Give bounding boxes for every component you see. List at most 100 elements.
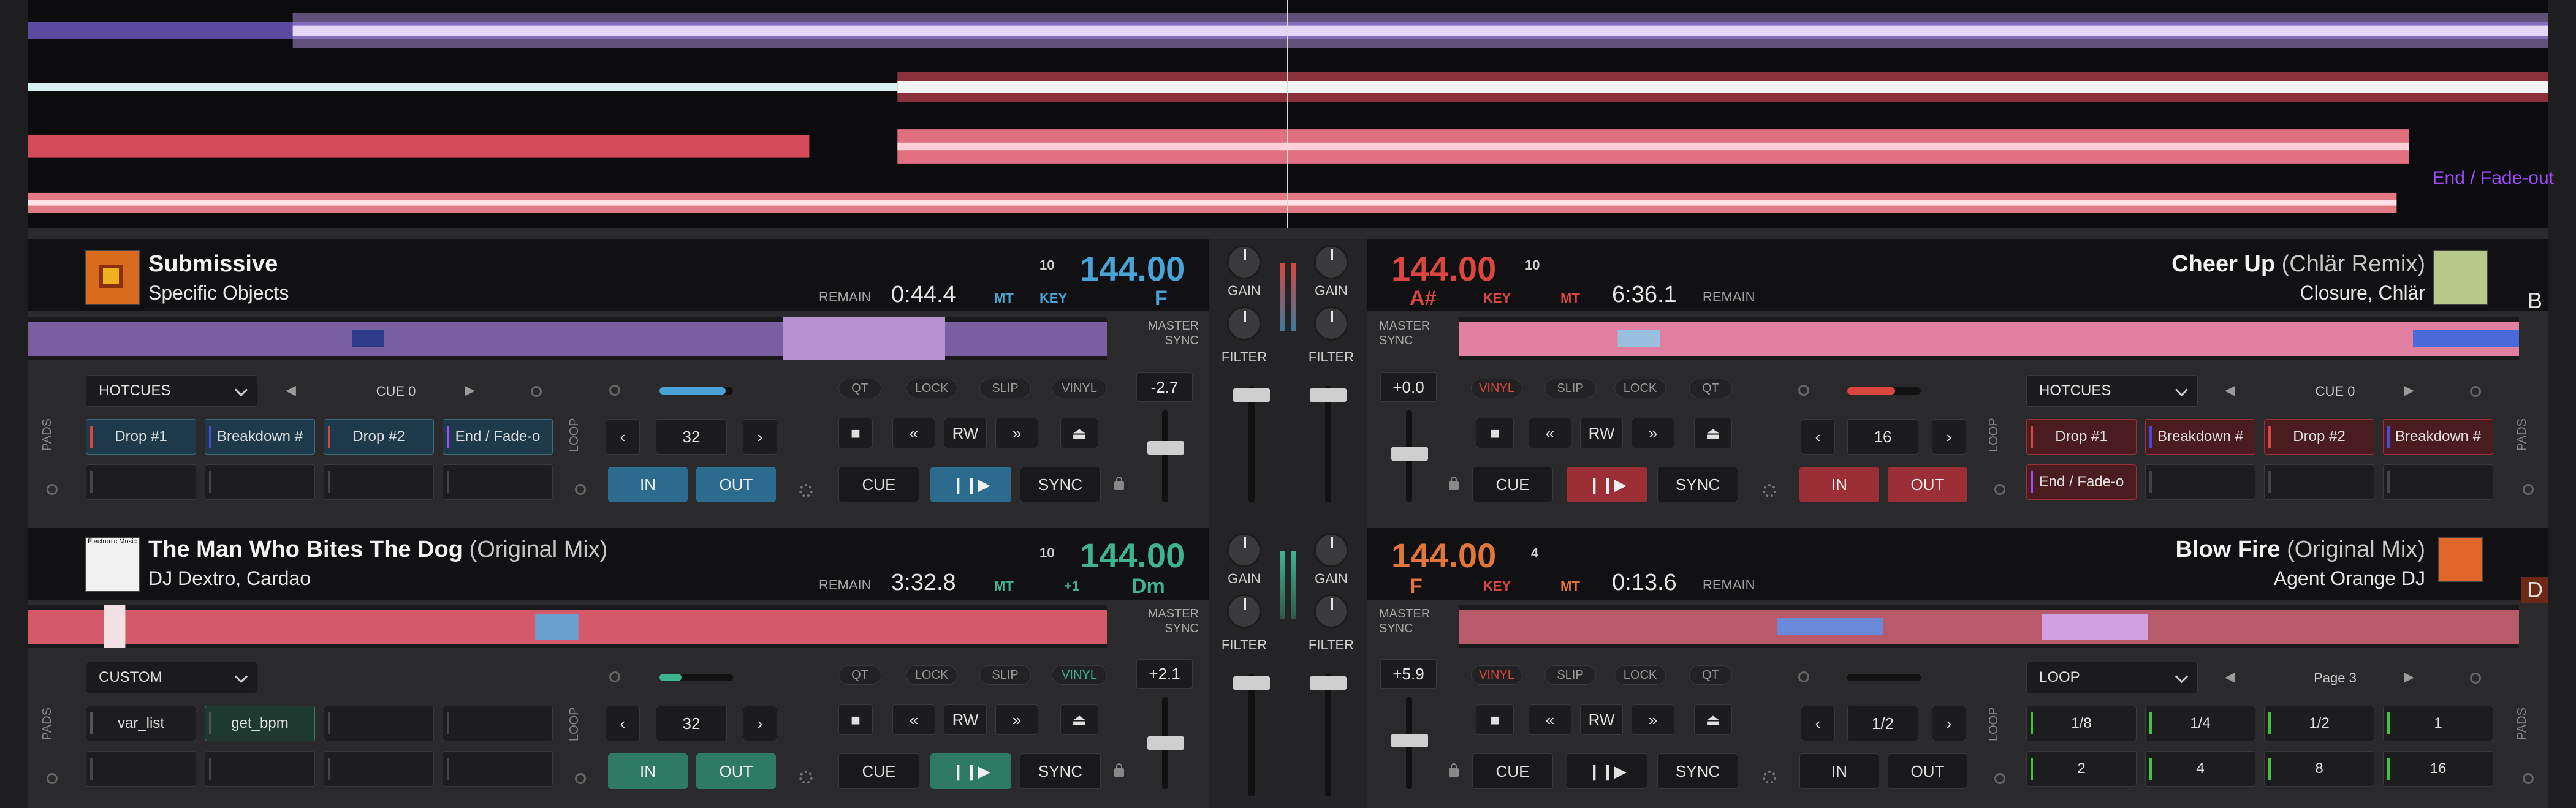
pitch-slider-cap[interactable] xyxy=(1391,447,1428,461)
loop-pad-7[interactable]: 8 xyxy=(2264,751,2374,787)
loop-in-button[interactable]: IN xyxy=(608,467,688,502)
loop-pad-8[interactable]: 16 xyxy=(2383,751,2493,787)
gear-icon[interactable] xyxy=(1763,484,1776,497)
loop-size[interactable]: 16 xyxy=(1847,419,1918,455)
master-sync-label[interactable]: MASTER SYNC xyxy=(1131,606,1199,636)
loop-halve-button[interactable]: ‹ xyxy=(1801,419,1835,455)
loop-double-button[interactable]: › xyxy=(1932,419,1966,455)
qt-button[interactable]: QT xyxy=(838,379,881,398)
loop-out-button[interactable]: OUT xyxy=(696,467,776,502)
deck-waveform[interactable] xyxy=(1459,605,2519,648)
slip-button[interactable]: SLIP xyxy=(1544,665,1596,685)
key-label[interactable]: KEY xyxy=(1483,578,1511,594)
rewind-button[interactable]: « xyxy=(1529,704,1571,735)
loop-out-button[interactable]: OUT xyxy=(1888,753,1967,789)
pads-dot[interactable] xyxy=(2523,484,2534,495)
slip-button[interactable]: SLIP xyxy=(979,379,1031,398)
loop-pad-1[interactable]: 1/8 xyxy=(2026,706,2137,741)
lock-icon[interactable] xyxy=(1114,763,1124,777)
loop-size[interactable]: 32 xyxy=(656,706,727,741)
pitch-slider-cap[interactable] xyxy=(1147,736,1184,750)
stop-button[interactable]: ■ xyxy=(838,418,873,448)
rw-button[interactable]: RW xyxy=(944,704,987,735)
volume-fader-c-cap[interactable] xyxy=(1233,676,1270,690)
pad-settings-dot[interactable] xyxy=(2470,673,2481,684)
gear-icon[interactable] xyxy=(1763,771,1776,784)
loop-size[interactable]: 32 xyxy=(656,419,727,455)
play-pause-button[interactable]: ❙❙▶ xyxy=(930,467,1011,502)
sync-button[interactable]: SYNC xyxy=(1657,753,1738,789)
key-label[interactable]: KEY xyxy=(1483,290,1511,306)
fast-forward-button[interactable]: » xyxy=(1632,704,1674,735)
volume-fader-a[interactable] xyxy=(1248,386,1255,502)
custom-pad-5[interactable] xyxy=(86,751,196,787)
track-overview-waveforms[interactable]: End / Fade-out xyxy=(0,0,2576,228)
hotcue-pad-4[interactable]: Breakdown # xyxy=(2383,419,2493,455)
loop-pad-3[interactable]: 1/2 xyxy=(2264,706,2374,741)
hotcue-pad-3[interactable]: Drop #2 xyxy=(324,419,434,455)
bpm-display[interactable]: 144.00 xyxy=(1080,249,1185,289)
hotcue-pad-5[interactable] xyxy=(86,464,196,500)
rw-button[interactable]: RW xyxy=(1580,418,1623,448)
play-pause-button[interactable]: ❙❙▶ xyxy=(1567,467,1647,502)
master-sync-label[interactable]: MASTER SYNC xyxy=(1379,319,1440,348)
loop-dot[interactable] xyxy=(1994,773,2005,784)
filter-knob-left[interactable] xyxy=(1227,306,1261,341)
pitch-slider[interactable] xyxy=(1162,410,1168,502)
loop-dot[interactable] xyxy=(575,773,586,784)
vinyl-button[interactable]: VINYL xyxy=(1052,665,1107,685)
hotcue-pad-6[interactable] xyxy=(205,464,315,500)
loop-roll-dot[interactable] xyxy=(1798,385,1809,396)
cue-button[interactable]: CUE xyxy=(838,467,919,502)
pads-dot[interactable] xyxy=(47,484,58,495)
gain-knob-right[interactable] xyxy=(1314,245,1348,279)
rewind-button[interactable]: « xyxy=(892,418,935,448)
hotcue-pad-7[interactable] xyxy=(324,464,434,500)
loop-halve-button[interactable]: ‹ xyxy=(606,419,640,455)
mt-button[interactable]: MT xyxy=(1560,290,1580,306)
lock-button[interactable]: LOCK xyxy=(1614,665,1666,685)
volume-fader-a-cap[interactable] xyxy=(1233,388,1270,402)
gear-icon[interactable] xyxy=(799,771,813,784)
loop-dot[interactable] xyxy=(575,484,586,495)
pads-dot[interactable] xyxy=(2523,773,2534,784)
loop-dot[interactable] xyxy=(1994,484,2005,495)
master-sync-label[interactable]: MASTER SYNC xyxy=(1131,319,1199,348)
custom-pad-1[interactable]: var_list xyxy=(86,706,196,741)
pad-mode-dropdown[interactable]: HOTCUES xyxy=(2026,375,2198,407)
rw-button[interactable]: RW xyxy=(1580,704,1623,735)
play-pause-button[interactable]: ❙❙▶ xyxy=(930,753,1011,789)
bpm-display[interactable]: 144.00 xyxy=(1080,535,1185,575)
sync-button[interactable]: SYNC xyxy=(1020,753,1101,789)
next-page-arrow[interactable]: ▶ xyxy=(465,382,475,398)
play-pause-button[interactable]: ❙❙▶ xyxy=(1567,753,1647,789)
loop-in-button[interactable]: IN xyxy=(608,753,688,789)
loop-pad-6[interactable]: 4 xyxy=(2145,751,2255,787)
gain-knob-right[interactable] xyxy=(1314,533,1348,567)
custom-pad-6[interactable] xyxy=(205,751,315,787)
mt-button[interactable]: MT xyxy=(1560,578,1580,594)
deck-waveform[interactable] xyxy=(1459,317,2519,360)
bpm-display[interactable]: 144.00 xyxy=(1391,535,1496,575)
lock-button[interactable]: LOCK xyxy=(906,665,957,685)
loop-roll-dot[interactable] xyxy=(609,385,620,396)
volume-fader-b[interactable] xyxy=(1325,386,1331,502)
custom-pad-7[interactable] xyxy=(324,751,434,787)
bpm-display[interactable]: 144.00 xyxy=(1391,249,1496,289)
key-value[interactable]: F xyxy=(1410,575,1423,598)
gear-icon[interactable] xyxy=(799,484,813,497)
lock-icon[interactable] xyxy=(1449,763,1459,777)
eject-button[interactable]: ⏏ xyxy=(1694,704,1732,735)
eject-button[interactable]: ⏏ xyxy=(1060,418,1098,448)
key-value[interactable]: F xyxy=(1155,287,1168,311)
deck-waveform[interactable] xyxy=(28,605,1107,648)
rewind-button[interactable]: « xyxy=(1529,418,1571,448)
mt-button[interactable]: MT xyxy=(994,290,1014,306)
hotcue-pad-5[interactable]: End / Fade-o xyxy=(2026,464,2137,500)
loop-out-button[interactable]: OUT xyxy=(696,753,776,789)
pitch-slider-cap[interactable] xyxy=(1147,441,1184,455)
cue-button[interactable]: CUE xyxy=(1472,753,1553,789)
loop-double-button[interactable]: › xyxy=(743,706,777,741)
prev-page-arrow[interactable]: ◀ xyxy=(2225,669,2235,685)
hotcue-pad-3[interactable]: Drop #2 xyxy=(2264,419,2374,455)
